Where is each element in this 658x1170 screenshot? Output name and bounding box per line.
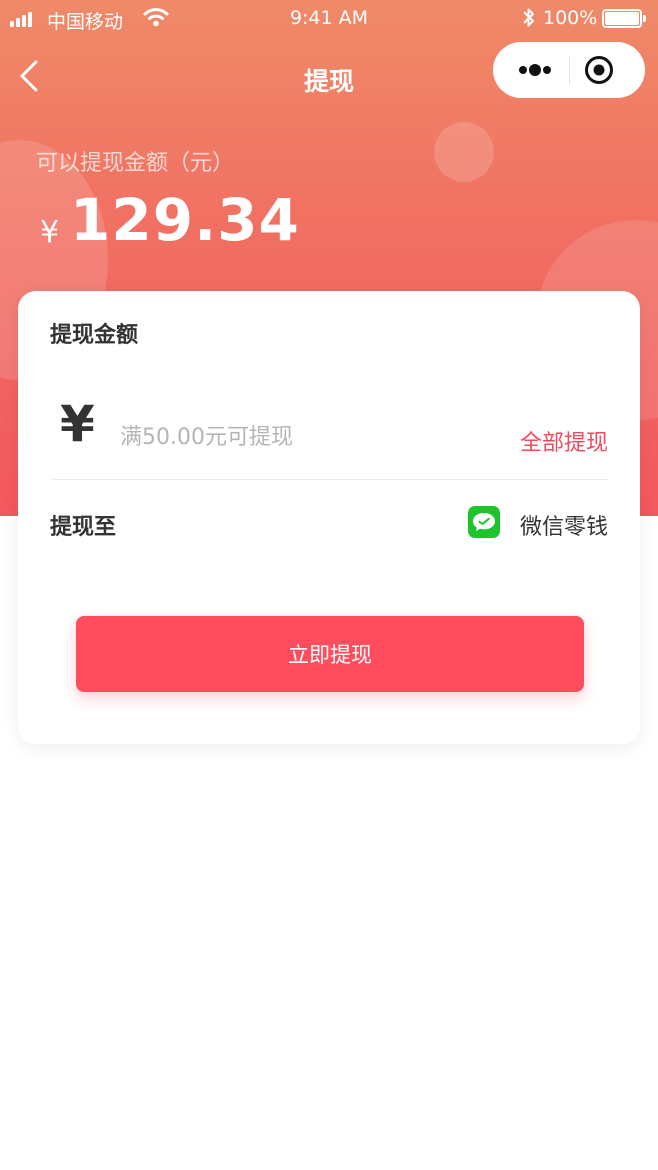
withdraw-destination-label: 提现至 [50,515,117,540]
target-icon [585,56,613,84]
more-button[interactable] [515,58,555,82]
more-dots-icon [519,64,551,76]
available-balance-label: 可以提现金额（元） [36,151,235,176]
battery-percent: 100% [543,7,598,29]
withdraw-card: 提现金额 ¥ 全部提现 提现至 微信零钱 立即提现 [18,291,640,744]
bluetooth-icon [521,5,537,36]
input-currency-symbol: ¥ [60,395,95,453]
divider [50,479,608,480]
wechat-icon [468,506,500,538]
withdraw-now-button[interactable]: 立即提现 [76,616,584,692]
withdraw-destination-value[interactable]: 微信零钱 [520,509,608,541]
withdraw-amount-title: 提现金额 [50,323,139,348]
withdraw-amount-input[interactable] [120,417,480,457]
close-miniprogram-button[interactable] [583,54,615,86]
status-bar: 中国移动 9:41 AM 100% [0,0,658,38]
decor-circle [434,122,494,182]
withdraw-all-button[interactable]: 全部提现 [520,425,608,457]
available-balance-amount: 129.34 [70,186,300,254]
capsule-divider [569,56,570,84]
balance-currency-symbol: ¥ [40,215,60,250]
miniprogram-capsule [493,42,645,98]
battery-icon [602,9,646,28]
